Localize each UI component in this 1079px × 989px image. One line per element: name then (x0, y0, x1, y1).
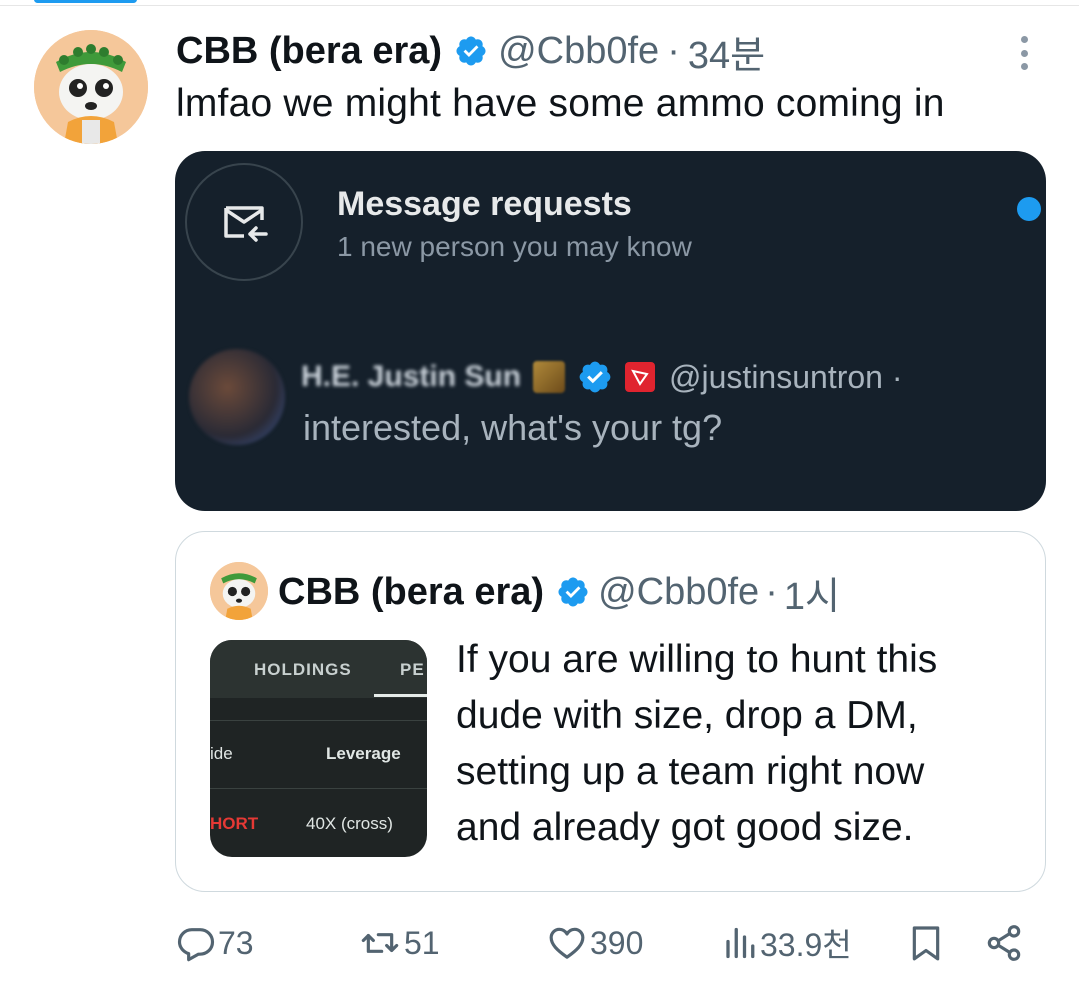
tab-indicator (34, 0, 137, 3)
quoted-text-line: dude with size, drop a DM, (456, 694, 918, 737)
reply-count: 73 (218, 924, 254, 961)
share-button[interactable] (984, 918, 1024, 968)
quoted-text-line: setting up a team right now (456, 750, 925, 793)
retweet-count: 51 (404, 924, 440, 961)
thumbnail-tab-underline (374, 694, 427, 697)
message-request-circle (185, 163, 303, 281)
message-requests-title: Message requests (337, 185, 632, 223)
verified-badge-icon (454, 34, 488, 68)
quoted-author-avatar (210, 562, 268, 620)
reply-icon (177, 928, 215, 962)
unread-dot (1017, 197, 1041, 221)
more-options-icon[interactable] (1015, 36, 1033, 70)
like-count: 390 (590, 924, 644, 961)
quoted-author-handle: @Cbb0fe (598, 570, 760, 613)
verified-badge-icon (556, 575, 590, 609)
reply-button[interactable]: 73 (176, 918, 254, 968)
thumbnail-col-leverage: Leverage (326, 744, 401, 763)
bookmark-button[interactable] (906, 918, 946, 968)
tweet-header: CBB (bera era) @Cbb0fe · 34분 (176, 24, 765, 78)
avatar-image (210, 562, 268, 620)
separator: · (765, 570, 778, 613)
heart-icon (549, 927, 585, 959)
author-avatar[interactable] (34, 30, 148, 144)
thumbnail-divider (210, 788, 427, 789)
bookmark-icon (912, 926, 940, 961)
thumbnail-divider (210, 720, 427, 721)
retweet-button[interactable]: 51 (358, 918, 440, 968)
sender-handle: @justinsuntron · (669, 358, 903, 395)
share-icon (987, 925, 1021, 961)
quoted-tweet[interactable]: CBB (bera era) @Cbb0fe · 1시 HOLDINGS PE … (175, 531, 1046, 892)
tweet-action-bar: 73 51 390 33.9천 (0, 908, 1079, 978)
sender-verified-icon (577, 359, 613, 395)
sender-message: interested, what's your tg? (303, 407, 723, 448)
retweet-icon (361, 933, 399, 953)
quoted-text-line: If you are willing to hunt this (456, 638, 938, 681)
thumbnail-val-side: HORT (210, 814, 259, 833)
message-requests-subtitle: 1 new person you may know (337, 231, 692, 262)
quoted-tweet-timestamp: 1시 (783, 575, 840, 618)
tweet-timestamp[interactable]: 34분 (688, 24, 765, 79)
tweet-text: lmfao we might have some ammo coming in (176, 82, 945, 125)
thumbnail-tab-holdings: HOLDINGS (254, 660, 352, 679)
quoted-text-line: and already got good size. (456, 806, 914, 849)
sender-name: H.E. Justin Sun (301, 360, 522, 393)
sender-row: H.E. Justin Sun @justinsuntron · (301, 355, 903, 399)
separator: · (667, 29, 680, 72)
thumbnail-val-leverage: 40X (cross) (306, 814, 393, 833)
sender-avatar (189, 349, 285, 445)
quoted-tweet-header: CBB (bera era) @Cbb0fe · 1시 (278, 566, 840, 618)
views-count: 33.9천 (760, 927, 852, 963)
views-button[interactable]: 33.9천 (722, 918, 852, 968)
top-divider (0, 0, 1079, 6)
author-handle[interactable]: @Cbb0fe (498, 30, 659, 73)
avatar-image (34, 30, 148, 144)
author-name[interactable]: CBB (bera era) (176, 30, 442, 73)
sender-emoji-icon (533, 361, 566, 393)
like-button[interactable]: 390 (546, 918, 643, 968)
attached-image[interactable]: Message requests 1 new person you may kn… (175, 151, 1046, 511)
envelope-arrow-icon (224, 206, 268, 242)
quoted-tweet-text: If you are willing to hunt this dude wit… (456, 632, 1016, 856)
tron-logo-icon (625, 362, 656, 392)
quoted-author-name: CBB (bera era) (278, 570, 545, 613)
thumbnail-col-side: ide (210, 744, 233, 763)
views-chart-icon (726, 927, 755, 959)
quoted-tweet-thumbnail[interactable]: HOLDINGS PE ide Leverage HORT 40X (cross… (210, 640, 427, 857)
thumbnail-tab-next: PE (400, 660, 425, 679)
